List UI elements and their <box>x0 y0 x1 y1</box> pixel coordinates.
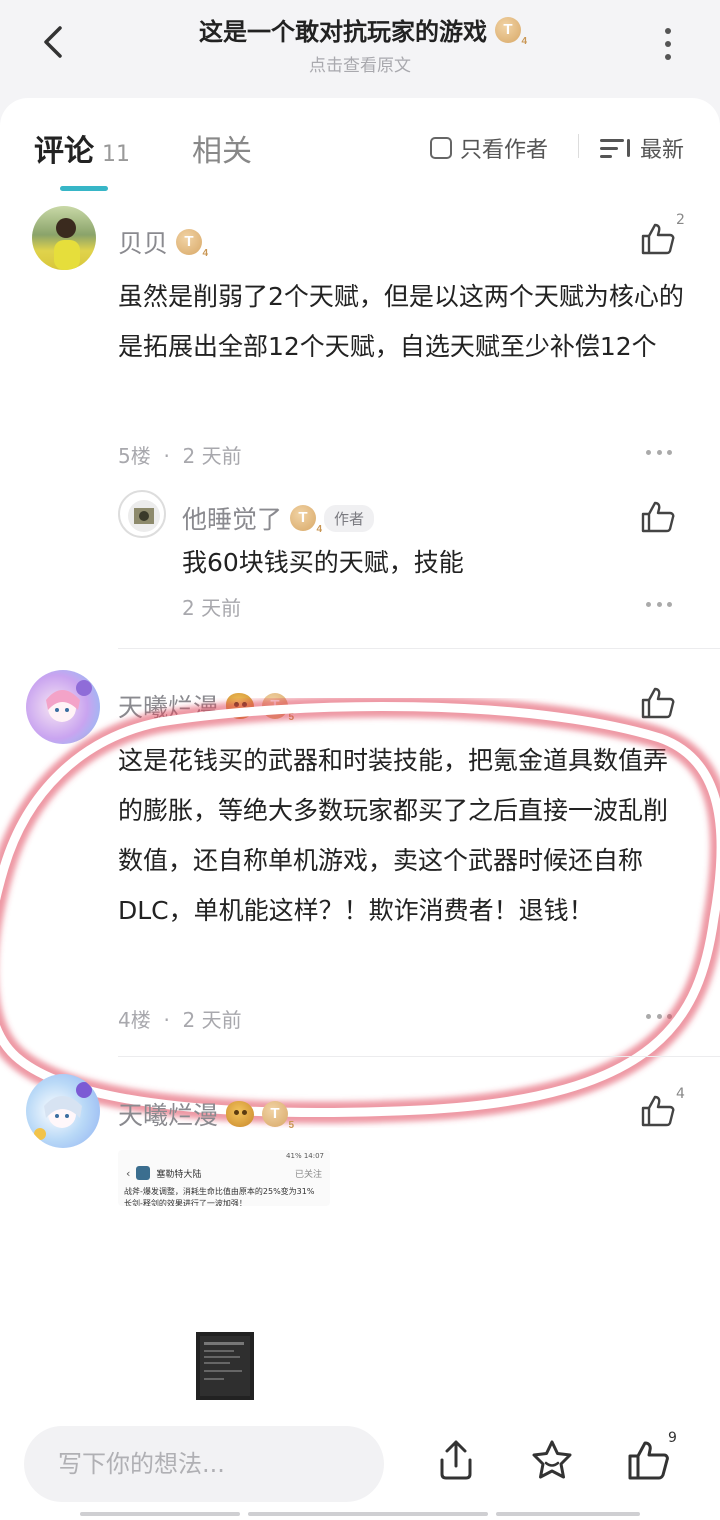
comment-author[interactable]: 天曦烂漫 T5 <box>118 1096 294 1132</box>
comment-more-icon[interactable] <box>646 1014 672 1020</box>
avatar[interactable] <box>26 1074 100 1148</box>
level-badge-icon: T4 <box>176 229 208 259</box>
thumbs-up-icon <box>641 223 675 255</box>
avatar[interactable] <box>118 490 166 538</box>
medal-icon <box>226 1101 255 1127</box>
view-original-link[interactable]: 点击查看原文 <box>120 51 600 76</box>
thumbs-up-icon <box>641 501 675 533</box>
thumbs-up-icon <box>641 1095 675 1127</box>
top-bar: 这是一个敢对抗玩家的游戏 T4 点击查看原文 <box>0 0 720 96</box>
comment-text[interactable]: 这是花钱买的武器和时装技能，把氪金道具数值弄的膨胀，等绝大多数玩家都买了之后直接… <box>118 736 688 936</box>
comment-item: 贝贝 T4 2 虽然是削弱了2个天赋，但是以这两个天赋为核心的是拓展出全部12个… <box>0 98 720 658</box>
avatar[interactable] <box>26 670 100 744</box>
app-icon <box>136 1166 151 1180</box>
back-button[interactable] <box>30 18 78 66</box>
level-badge-icon: T4 <box>290 505 322 535</box>
comment-author[interactable]: 贝贝 T4 <box>118 224 208 260</box>
favorite-button[interactable] <box>530 1438 574 1482</box>
comment-more-icon[interactable] <box>646 450 672 456</box>
like-count: 2 <box>676 212 685 228</box>
comment-image-thumbnail[interactable] <box>196 1332 254 1400</box>
more-options-icon[interactable] <box>656 24 680 64</box>
post-title: 这是一个敢对抗玩家的游戏 T4 <box>199 16 527 47</box>
comment-meta: 5楼 · 2 天前 <box>118 444 242 468</box>
like-button[interactable] <box>640 1094 676 1128</box>
medal-icon <box>226 693 255 719</box>
thumbs-up-icon <box>628 1441 669 1480</box>
comment-input[interactable]: 写下你的想法... <box>24 1426 384 1502</box>
post-like-count: 9 <box>668 1430 677 1446</box>
post-title-area[interactable]: 这是一个敢对抗玩家的游戏 T4 点击查看原文 <box>120 12 600 76</box>
star-icon <box>532 1440 572 1479</box>
reply-more-icon[interactable] <box>646 602 672 608</box>
like-button[interactable] <box>640 500 676 534</box>
home-indicator <box>80 1512 640 1516</box>
author-tag: 作者 <box>324 504 375 532</box>
comments-panel: 评论 11 相关 只看作者 最新 贝贝 T4 2 虽然是削弱了2个天赋，但是以这… <box>0 98 720 1408</box>
comment-meta: 4楼 · 2 天前 <box>118 1008 242 1032</box>
share-button[interactable] <box>434 1438 478 1482</box>
divider <box>118 648 720 649</box>
comment-text[interactable]: 虽然是削弱了2个天赋，但是以这两个天赋为核心的是拓展出全部12个天赋，自选天赋至… <box>118 272 688 372</box>
level-badge-icon: T4 <box>495 16 527 47</box>
like-count: 4 <box>676 1086 685 1102</box>
reply-text[interactable]: 我60块钱买的天赋，技能 <box>182 538 720 588</box>
chevron-left-icon <box>44 26 62 58</box>
bottom-action-bar: 写下你的想法... 9 <box>0 1408 720 1520</box>
level-badge-icon: T5 <box>262 693 294 723</box>
like-button[interactable] <box>640 222 676 256</box>
reply-author[interactable]: 他睡觉了 T4 作者 <box>182 500 375 536</box>
level-badge-icon: T5 <box>262 1101 294 1131</box>
thumbs-up-icon <box>641 687 675 719</box>
like-button[interactable] <box>640 686 676 720</box>
reply-meta: 2 天前 <box>182 596 242 620</box>
comment-author[interactable]: 天曦烂漫 T5 <box>118 688 294 724</box>
comment-image[interactable]: 41% 14:07 ‹ 塞勒特大陆 已关注 战斧-爆发调整，消耗生命比值由原本的… <box>118 1150 330 1206</box>
avatar[interactable] <box>32 206 96 270</box>
share-icon <box>440 1440 472 1480</box>
like-post-button[interactable] <box>626 1438 670 1482</box>
divider <box>118 1056 720 1057</box>
